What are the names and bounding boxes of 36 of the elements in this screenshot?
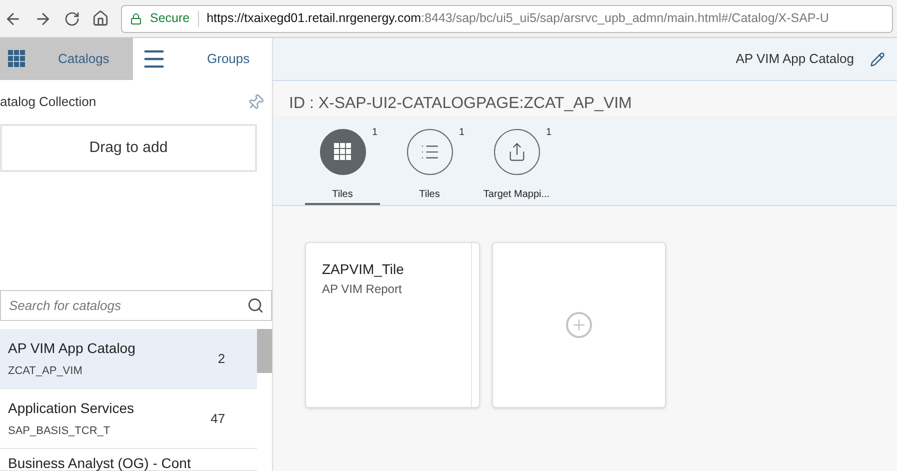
nav-tab[interactable]: Catalogs [0,38,133,80]
catalog-id: ZCAT_AP_VIM [8,364,84,379]
catalog-count: 47 [210,410,226,428]
header-title: AP VIM App Catalog [736,50,854,68]
catalog-title: Application Services [8,398,136,418]
tile-title: ZAPVIM_Tile [322,260,405,279]
address-bar[interactable]: Secure https://txaixegd01.retail.nrgenergy.com:8443/sap/bc/ui5_ui5/sap/arsrvc_upb_admn/main.html#/Catalog/X-SAP-U [121,4,893,32]
tab-count: 1 [458,126,464,140]
add-tile[interactable] [492,242,666,408]
content-tab[interactable]: 1 Tiles [305,125,380,205]
nav-tab[interactable]: Groups [133,38,272,80]
sidebar-title: atalog Collection [0,93,96,112]
app-tile[interactable]: ZAPVIM_Tile AP VIM Report [305,242,480,408]
lock-icon [130,12,142,24]
tab-count: 1 [372,126,378,140]
content-tab[interactable]: 1 Tiles [392,125,467,205]
catalog-title: Business Analyst (OG) - Cont [8,454,192,471]
home-icon[interactable] [92,10,109,27]
catalog-title: AP VIM App Catalog [8,338,136,358]
tile-subtitle: AP VIM Report [322,281,403,298]
catalog-id: SAP_BASIS_TCR_T [8,424,112,439]
search-field[interactable]: Search for catalogs [0,290,272,321]
page-id: ID : X-SAP-UI2-CATALOGPAGE:ZCAT_AP_VIM [289,94,632,114]
catalog-item[interactable]: AP VIM App Catalog ZCAT_AP_VIM 2 [0,329,258,389]
grid-icon [8,50,26,68]
content-tab[interactable]: 1 Target Mappi... [479,125,554,205]
edit-icon[interactable] [870,52,885,66]
grid-icon [334,143,352,161]
tab-count: 1 [546,126,552,140]
drop-zone: Drag to add [0,124,257,172]
search-icon[interactable] [247,297,264,314]
scrollbar-thumb[interactable] [257,329,272,373]
url-text: https://txaixegd01.retail.nrgenergy.com:8443/sap/bc/ui5_ui5/sap/arsrvc_upb_admn/main.html#/Catalog/X-SAP-U [206,10,829,28]
secure-label: Secure [150,10,190,28]
catalog-count: 2 [218,350,226,368]
reload-icon[interactable] [64,10,80,26]
